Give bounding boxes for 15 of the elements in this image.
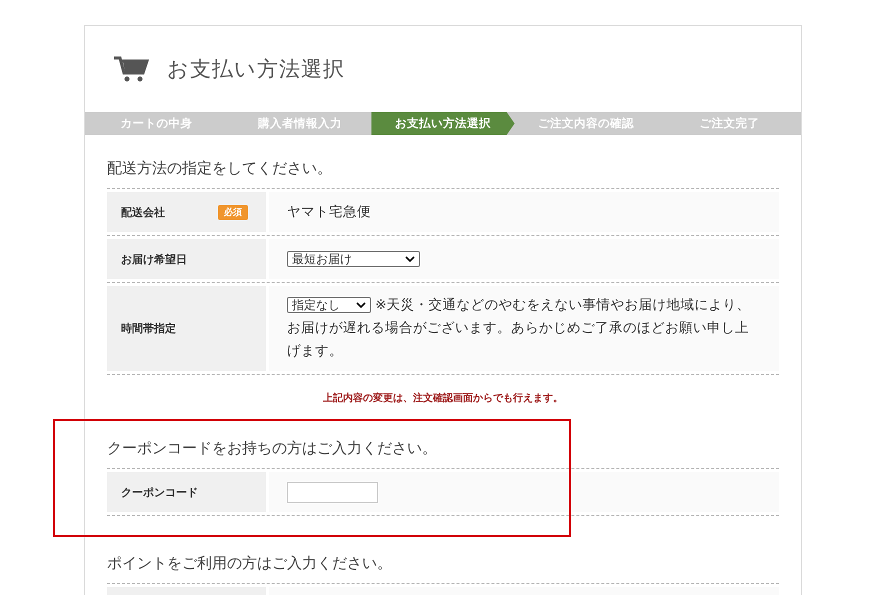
page-title: お支払い方法選択 — [167, 56, 345, 83]
field-label: 時間帯指定 — [121, 321, 176, 336]
note-text: 指定なし ※天災・交通などのやむをえない事情やお届け地域により、お届けが遅れる場合がございます。あらかじめご了承のほどお願い申し上げます。 — [287, 296, 752, 361]
section-heading: ポイントをご利用の方はご入力ください。 — [107, 553, 393, 574]
notice-text: 上記内容の変更は、注文確認画面からでも行えます。 — [322, 391, 564, 405]
date-select[interactable]: 最短お届け — [287, 251, 420, 267]
section-heading: 配送方法の指定をしてください。 — [107, 158, 333, 179]
value-text: ヤマト宅急便 — [287, 203, 371, 221]
field-label: 配送会社 — [121, 204, 165, 220]
time-select[interactable]: 指定なし — [287, 297, 371, 314]
field-label: クーポンコード — [121, 484, 198, 500]
field-label: お届け希望日 — [121, 252, 187, 266]
step-item: お支払い方法選択 — [371, 112, 515, 135]
required-badge: 必須 — [218, 204, 248, 220]
section-heading: クーポンコードをお持ちの方はご入力ください。 — [107, 438, 438, 459]
